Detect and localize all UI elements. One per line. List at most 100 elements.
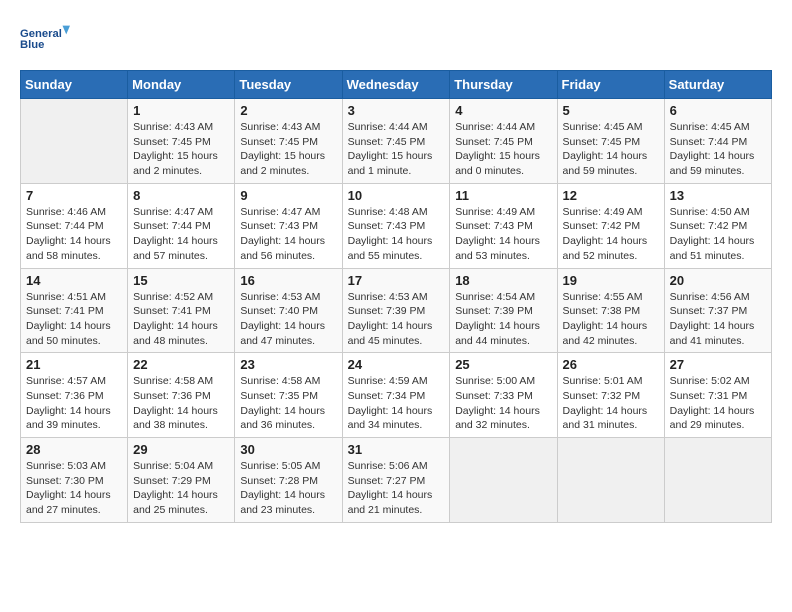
calendar-cell: 1Sunrise: 4:43 AMSunset: 7:45 PMDaylight…: [128, 99, 235, 184]
day-info: Sunrise: 4:58 AMSunset: 7:35 PMDaylight:…: [240, 374, 336, 433]
day-info: Sunrise: 5:05 AMSunset: 7:28 PMDaylight:…: [240, 459, 336, 518]
logo-svg: General Blue: [20, 20, 70, 60]
day-number: 19: [563, 273, 659, 288]
svg-text:General: General: [20, 28, 62, 40]
calendar-cell: 14 Sunrise: 4:51 AMSunset: 7:41 PMDayligh…: [21, 268, 128, 353]
day-number: 22: [133, 357, 229, 372]
day-number: 6: [670, 103, 766, 118]
calendar-cell: [450, 438, 557, 523]
day-number: 7: [26, 188, 122, 203]
day-number: 30: [240, 442, 336, 457]
day-number: 26: [563, 357, 659, 372]
calendar-cell: 25 Sunrise: 5:00 AMSunset: 7:33 PMDayligh…: [450, 353, 557, 438]
calendar-cell: 16 Sunrise: 4:53 AMSunset: 7:40 PMDayligh…: [235, 268, 342, 353]
calendar-cell: 10Sunrise: 4:48 AMSunset: 7:43 PMDayligh…: [342, 183, 450, 268]
calendar-cell: 22 Sunrise: 4:58 AMSunset: 7:36 PMDayligh…: [128, 353, 235, 438]
calendar-cell: 9Sunrise: 4:47 AMSunset: 7:43 PMDaylight…: [235, 183, 342, 268]
header-day-thursday: Thursday: [450, 71, 557, 99]
day-info: Sunrise: 4:45 AMSunset: 7:45 PMDaylight:…: [563, 120, 659, 179]
day-info: Sunrise: 5:00 AMSunset: 7:33 PMDaylight:…: [455, 374, 551, 433]
day-info: Sunrise: 4:53 AMSunset: 7:40 PMDaylight:…: [240, 290, 336, 349]
day-info: Sunrise: 4:50 AMSunset: 7:42 PMDaylight:…: [670, 205, 766, 264]
calendar-cell: 18 Sunrise: 4:54 AMSunset: 7:39 PMDayligh…: [450, 268, 557, 353]
day-info: Sunrise: 4:46 AMSunset: 7:44 PMDaylight:…: [26, 205, 122, 264]
day-info: Sunrise: 4:48 AMSunset: 7:43 PMDaylight:…: [348, 205, 445, 264]
calendar-cell: 13 Sunrise: 4:50 AMSunset: 7:42 PMDayligh…: [664, 183, 771, 268]
day-info: Sunrise: 5:03 AMSunset: 7:30 PMDaylight:…: [26, 459, 122, 518]
header-row: SundayMondayTuesdayWednesdayThursdayFrid…: [21, 71, 772, 99]
calendar-body: 1Sunrise: 4:43 AMSunset: 7:45 PMDaylight…: [21, 99, 772, 523]
header-day-monday: Monday: [128, 71, 235, 99]
day-number: 11: [455, 188, 551, 203]
calendar-cell: 23Sunrise: 4:58 AMSunset: 7:35 PMDayligh…: [235, 353, 342, 438]
day-info: Sunrise: 4:52 AMSunset: 7:41 PMDaylight:…: [133, 290, 229, 349]
calendar-cell: 3Sunrise: 4:44 AMSunset: 7:45 PMDaylight…: [342, 99, 450, 184]
calendar-cell: 19 Sunrise: 4:55 AMSunset: 7:38 PMDayligh…: [557, 268, 664, 353]
calendar-table: SundayMondayTuesdayWednesdayThursdayFrid…: [20, 70, 772, 523]
calendar-cell: 20Sunrise: 4:56 AMSunset: 7:37 PMDayligh…: [664, 268, 771, 353]
calendar-cell: 31Sunrise: 5:06 AMSunset: 7:27 PMDayligh…: [342, 438, 450, 523]
day-number: 2: [240, 103, 336, 118]
calendar-cell: 21 Sunrise: 4:57 AMSunset: 7:36 PMDayligh…: [21, 353, 128, 438]
calendar-cell: 6 Sunrise: 4:45 AMSunset: 7:44 PMDaylight…: [664, 99, 771, 184]
week-row: 21 Sunrise: 4:57 AMSunset: 7:36 PMDayligh…: [21, 353, 772, 438]
day-info: Sunrise: 4:49 AMSunset: 7:43 PMDaylight:…: [455, 205, 551, 264]
day-number: 28: [26, 442, 122, 457]
page-header: General Blue: [20, 20, 772, 60]
week-row: 28 Sunrise: 5:03 AMSunset: 7:30 PMDayligh…: [21, 438, 772, 523]
day-number: 16: [240, 273, 336, 288]
day-number: 25: [455, 357, 551, 372]
day-info: Sunrise: 4:43 AMSunset: 7:45 PMDaylight:…: [240, 120, 336, 179]
day-info: Sunrise: 4:54 AMSunset: 7:39 PMDaylight:…: [455, 290, 551, 349]
calendar-cell: 8 Sunrise: 4:47 AMSunset: 7:44 PMDaylight…: [128, 183, 235, 268]
calendar-cell: 27 Sunrise: 5:02 AMSunset: 7:31 PMDayligh…: [664, 353, 771, 438]
day-number: 21: [26, 357, 122, 372]
calendar-cell: [557, 438, 664, 523]
day-info: Sunrise: 4:58 AMSunset: 7:36 PMDaylight:…: [133, 374, 229, 433]
day-info: Sunrise: 4:44 AMSunset: 7:45 PMDaylight:…: [348, 120, 445, 179]
week-row: 1Sunrise: 4:43 AMSunset: 7:45 PMDaylight…: [21, 99, 772, 184]
day-info: Sunrise: 4:53 AMSunset: 7:39 PMDaylight:…: [348, 290, 445, 349]
calendar-cell: 29 Sunrise: 5:04 AMSunset: 7:29 PMDayligh…: [128, 438, 235, 523]
day-info: Sunrise: 4:47 AMSunset: 7:44 PMDaylight:…: [133, 205, 229, 264]
day-info: Sunrise: 4:51 AMSunset: 7:41 PMDaylight:…: [26, 290, 122, 349]
week-row: 14 Sunrise: 4:51 AMSunset: 7:41 PMDayligh…: [21, 268, 772, 353]
day-info: Sunrise: 4:56 AMSunset: 7:37 PMDaylight:…: [670, 290, 766, 349]
calendar-cell: 30 Sunrise: 5:05 AMSunset: 7:28 PMDayligh…: [235, 438, 342, 523]
day-number: 24: [348, 357, 445, 372]
header-day-saturday: Saturday: [664, 71, 771, 99]
day-number: 18: [455, 273, 551, 288]
calendar-cell: 12Sunrise: 4:49 AMSunset: 7:42 PMDayligh…: [557, 183, 664, 268]
day-info: Sunrise: 4:57 AMSunset: 7:36 PMDaylight:…: [26, 374, 122, 433]
day-number: 14: [26, 273, 122, 288]
day-info: Sunrise: 5:04 AMSunset: 7:29 PMDaylight:…: [133, 459, 229, 518]
day-info: Sunrise: 5:02 AMSunset: 7:31 PMDaylight:…: [670, 374, 766, 433]
day-info: Sunrise: 4:59 AMSunset: 7:34 PMDaylight:…: [348, 374, 445, 433]
day-number: 29: [133, 442, 229, 457]
calendar-cell: 2 Sunrise: 4:43 AMSunset: 7:45 PMDaylight…: [235, 99, 342, 184]
day-number: 5: [563, 103, 659, 118]
day-number: 17: [348, 273, 445, 288]
header-day-sunday: Sunday: [21, 71, 128, 99]
header-day-friday: Friday: [557, 71, 664, 99]
calendar-cell: [21, 99, 128, 184]
calendar-cell: 17 Sunrise: 4:53 AMSunset: 7:39 PMDayligh…: [342, 268, 450, 353]
svg-text:Blue: Blue: [20, 39, 44, 51]
day-info: Sunrise: 4:49 AMSunset: 7:42 PMDaylight:…: [563, 205, 659, 264]
calendar-cell: 26 Sunrise: 5:01 AMSunset: 7:32 PMDayligh…: [557, 353, 664, 438]
day-info: Sunrise: 5:01 AMSunset: 7:32 PMDaylight:…: [563, 374, 659, 433]
day-number: 8: [133, 188, 229, 203]
day-info: Sunrise: 4:55 AMSunset: 7:38 PMDaylight:…: [563, 290, 659, 349]
day-info: Sunrise: 4:43 AMSunset: 7:45 PMDaylight:…: [133, 120, 229, 179]
calendar-cell: 7 Sunrise: 4:46 AMSunset: 7:44 PMDaylight…: [21, 183, 128, 268]
calendar-cell: [664, 438, 771, 523]
day-info: Sunrise: 4:45 AMSunset: 7:44 PMDaylight:…: [670, 120, 766, 179]
day-info: Sunrise: 5:06 AMSunset: 7:27 PMDaylight:…: [348, 459, 445, 518]
calendar-cell: 5 Sunrise: 4:45 AMSunset: 7:45 PMDaylight…: [557, 99, 664, 184]
day-number: 13: [670, 188, 766, 203]
calendar-cell: 15Sunrise: 4:52 AMSunset: 7:41 PMDayligh…: [128, 268, 235, 353]
week-row: 7 Sunrise: 4:46 AMSunset: 7:44 PMDaylight…: [21, 183, 772, 268]
calendar-header: SundayMondayTuesdayWednesdayThursdayFrid…: [21, 71, 772, 99]
header-day-wednesday: Wednesday: [342, 71, 450, 99]
day-number: 27: [670, 357, 766, 372]
